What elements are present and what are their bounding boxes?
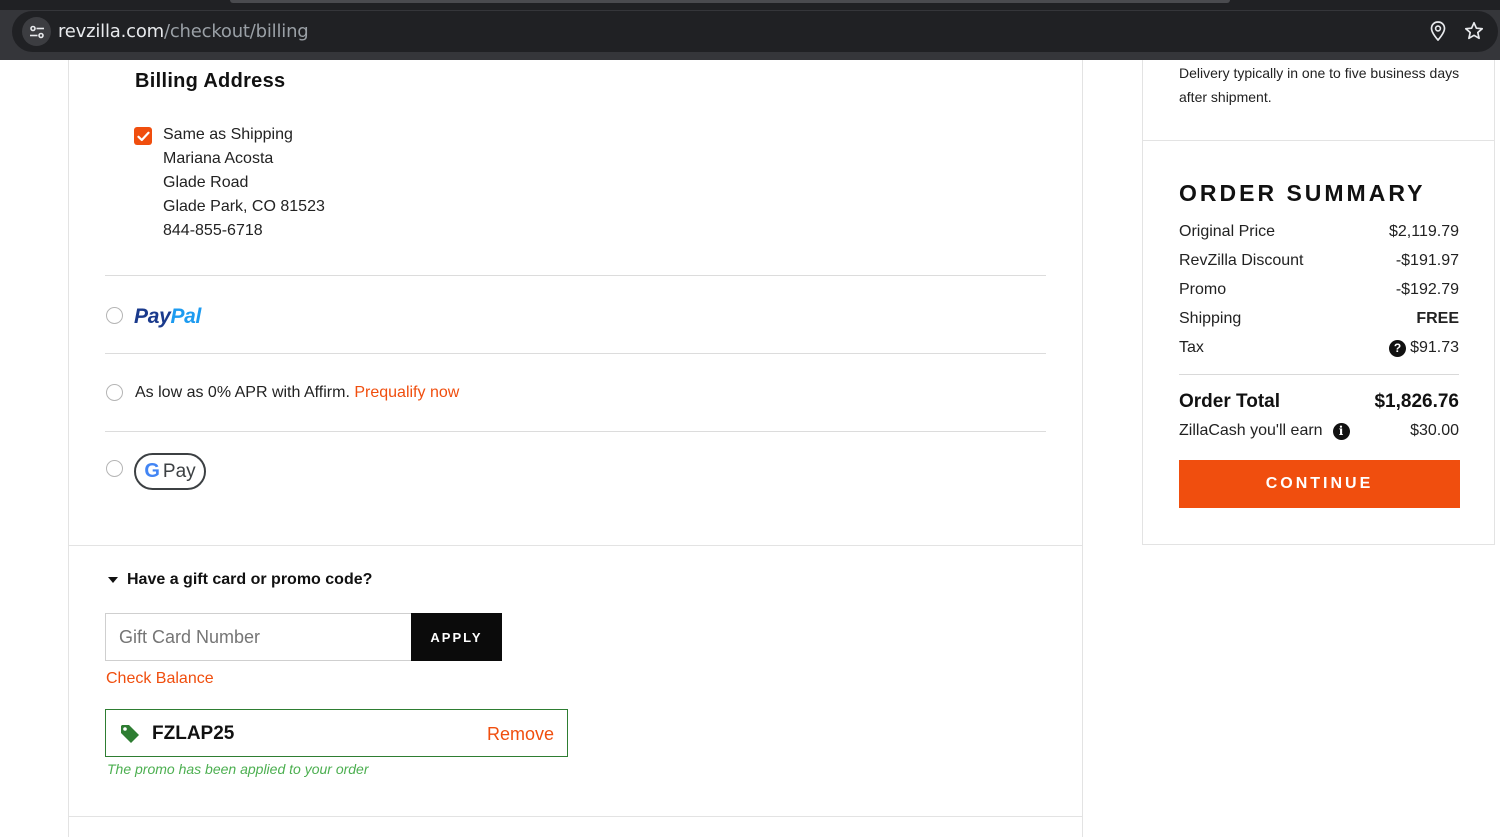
- summary-row-label: RevZilla Discount: [1179, 252, 1304, 269]
- google-g-icon: G: [144, 460, 160, 482]
- order-total-label: Order Total: [1179, 391, 1280, 412]
- continue-button[interactable]: CONTINUE: [1179, 460, 1460, 508]
- summary-row-value: -$192.79: [1395, 281, 1459, 298]
- summary-row-revzilla-discount: RevZilla Discount -$191.97: [1179, 252, 1459, 270]
- section-divider: [69, 816, 1083, 817]
- summary-row-value: $91.73: [1410, 339, 1459, 356]
- checkmark-icon: [136, 131, 150, 141]
- paypal-logo[interactable]: PayPal: [134, 305, 201, 329]
- order-total-row: Order Total $1,826.76: [1179, 391, 1459, 413]
- billing-address-heading: Billing Address: [135, 70, 286, 92]
- url-host: revzilla.com: [58, 21, 164, 42]
- bookmark-star-icon[interactable]: [1464, 21, 1484, 46]
- summary-row-shipping: Shipping FREE: [1179, 310, 1459, 328]
- summary-row-label: Original Price: [1179, 223, 1276, 240]
- payment-panel: Billing Address Same as Shipping Mariana…: [68, 60, 1083, 837]
- active-tab-edge: [230, 0, 1230, 3]
- same-as-shipping-checkbox[interactable]: [134, 127, 152, 145]
- paypal-logo-pay: Pay: [134, 305, 171, 328]
- zillacash-value: $30.00: [1410, 422, 1459, 439]
- divider: [105, 431, 1046, 432]
- same-as-shipping-label[interactable]: Same as Shipping: [163, 126, 293, 144]
- check-balance-link[interactable]: Check Balance: [106, 670, 214, 688]
- summary-row-value: $2,119.79: [1389, 223, 1459, 240]
- summary-row-tax: Tax ? $91.73: [1179, 339, 1459, 357]
- summary-row-value: -$191.97: [1395, 252, 1459, 269]
- section-divider: [69, 545, 1083, 546]
- browser-toolbar: revzilla.com/checkout/billing: [0, 0, 1500, 60]
- applied-promo-box: FZLAP25 Remove: [105, 709, 568, 757]
- summary-row-label: Shipping: [1179, 310, 1242, 327]
- promo-toggle-label: Have a gift card or promo code?: [127, 571, 373, 588]
- url-path: /checkout/billing: [163, 21, 309, 42]
- divider: [105, 353, 1046, 354]
- zillacash-row: ZillaCash you'll earn i $30.00: [1179, 422, 1459, 440]
- google-pay-logo[interactable]: G Pay: [134, 453, 206, 490]
- site-settings-icon[interactable]: [22, 17, 51, 46]
- promo-code-toggle[interactable]: Have a gift card or promo code?: [107, 571, 372, 589]
- apply-button[interactable]: APPLY: [411, 613, 502, 661]
- applied-promo-code: FZLAP25: [152, 723, 235, 744]
- shipping-info-panel: Delivery typically in one to five busine…: [1142, 60, 1495, 141]
- affirm-radio[interactable]: [106, 384, 123, 401]
- summary-row-promo: Promo -$192.79: [1179, 281, 1459, 299]
- summary-row-label: Tax: [1179, 339, 1204, 356]
- summary-row-original-price: Original Price $2,119.79: [1179, 223, 1459, 241]
- divider: [105, 275, 1046, 276]
- google-pay-radio[interactable]: [106, 460, 123, 477]
- tax-help-icon[interactable]: ?: [1389, 339, 1407, 357]
- caret-down-icon: [108, 577, 118, 583]
- google-pay-label: Pay: [162, 460, 196, 482]
- promo-applied-message: The promo has been applied to your order: [107, 761, 369, 777]
- gift-card-input[interactable]: [105, 613, 412, 661]
- address-name: Mariana Acosta: [163, 150, 274, 167]
- checkout-page: Billing Address Same as Shipping Mariana…: [0, 60, 1500, 837]
- zillacash-label: ZillaCash you'll earn: [1179, 422, 1323, 439]
- address-city-state-zip: Glade Park, CO 81523: [163, 198, 325, 215]
- affirm-text: As low as 0% APR with Affirm.: [135, 384, 350, 401]
- location-pin-icon[interactable]: [1430, 21, 1446, 46]
- remove-promo-link[interactable]: Remove: [487, 724, 554, 745]
- url-text[interactable]: revzilla.com/checkout/billing: [58, 21, 309, 42]
- paypal-logo-pal: Pal: [170, 305, 202, 328]
- order-summary-panel: ORDER SUMMARY Original Price $2,119.79 R…: [1142, 140, 1495, 545]
- summary-row-value: FREE: [1416, 310, 1459, 327]
- address-bar[interactable]: revzilla.com/checkout/billing: [12, 11, 1498, 52]
- summary-divider: [1179, 374, 1459, 375]
- tag-icon: [121, 725, 139, 743]
- order-total-value: $1,826.76: [1374, 391, 1459, 412]
- address-street: Glade Road: [163, 174, 249, 191]
- order-summary-title: ORDER SUMMARY: [1179, 180, 1426, 206]
- summary-row-label: Promo: [1179, 281, 1227, 298]
- summary-row-value-wrap: ? $91.73: [1389, 339, 1459, 357]
- info-icon[interactable]: i: [1332, 422, 1350, 440]
- prequalify-link[interactable]: Prequalify now: [354, 384, 459, 401]
- delivery-note: Delivery typically in one to five busine…: [1179, 65, 1460, 105]
- address-phone: 844-855-6718: [163, 222, 263, 239]
- affirm-option: As low as 0% APR with Affirm. Prequalify…: [135, 384, 459, 402]
- paypal-radio[interactable]: [106, 307, 123, 324]
